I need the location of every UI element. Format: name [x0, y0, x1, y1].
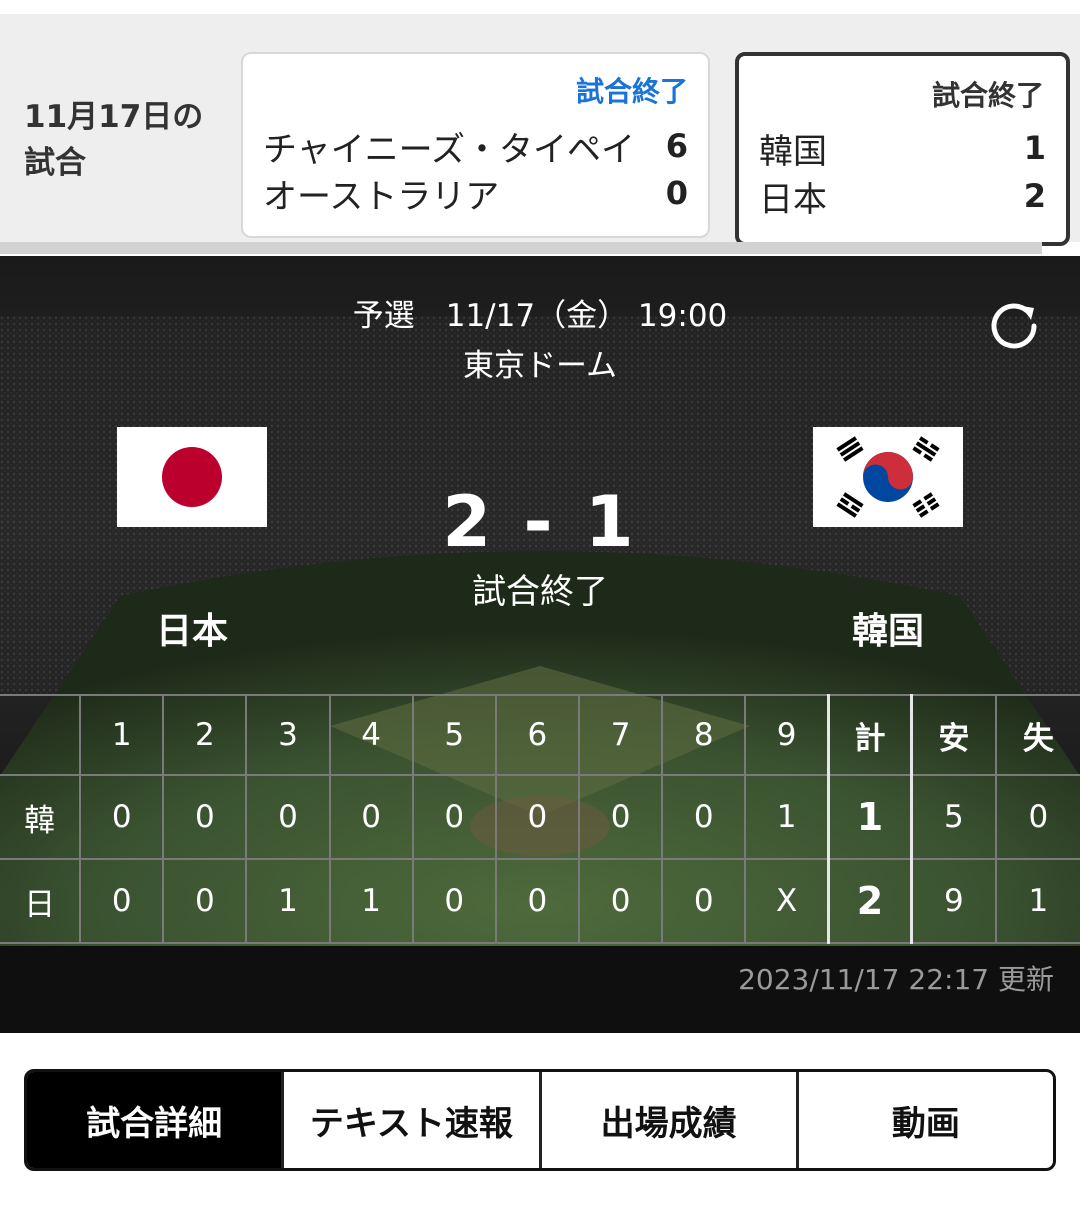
hits: 5 — [910, 774, 997, 860]
team-score: 0 — [665, 174, 688, 212]
row-team: 韓 — [0, 774, 82, 860]
inning-score: 1 — [245, 858, 331, 944]
inning-header: 1 — [79, 694, 165, 776]
inning-header: 8 — [661, 694, 747, 776]
total-runs: 1 — [826, 774, 914, 860]
venue: 東京ドーム — [462, 348, 618, 384]
inning-score: 0 — [577, 858, 664, 944]
total-header: 計 — [826, 694, 914, 776]
inning-score: 0 — [494, 774, 580, 860]
tab-player-stats[interactable]: 出場成績 — [538, 1072, 796, 1168]
inning-score: 1 — [328, 858, 414, 944]
game-card-korea-japan-selected[interactable]: 試合終了 韓国 1 日本 2 — [735, 52, 1070, 246]
tab-text-updates[interactable]: テキスト速報 — [281, 1072, 538, 1168]
team-score: 2 — [1023, 177, 1046, 215]
errors: 1 — [994, 858, 1080, 944]
detail-tabs: 試合詳細 テキスト速報 出場成績 動画 — [24, 1069, 1056, 1171]
errors: 0 — [994, 774, 1080, 860]
team-row: 日本 2 — [759, 172, 1046, 220]
total-runs: 2 — [826, 858, 914, 944]
date-label: 11月17日の試合 — [24, 99, 204, 181]
inning-header: 7 — [577, 694, 664, 776]
row-team: 日 — [0, 858, 82, 944]
game-card-taipei-australia[interactable]: 試合終了 チャイニーズ・タイペイ 6 オーストラリア 0 — [241, 52, 710, 238]
inning-header: 4 — [328, 694, 414, 776]
korea-flag-icon — [813, 427, 963, 527]
inning-score: 0 — [411, 858, 497, 944]
inning-score: 0 — [411, 774, 497, 860]
inning-score: 0 — [79, 858, 165, 944]
inning-score: 0 — [494, 858, 580, 944]
inning-header: 3 — [245, 694, 331, 776]
inning-score: 0 — [661, 774, 747, 860]
team-row: オーストラリア 0 — [263, 169, 688, 217]
inning-score: X — [744, 858, 830, 944]
game-status: 試合終了 — [575, 75, 688, 108]
scoreboard-panel: 予選 11/17（金） 19:00 東京ドーム 2 - 1 試合終了 日本 韓国 — [0, 256, 1080, 1033]
team-score: 1 — [1023, 129, 1046, 167]
japan-flag-icon — [117, 427, 267, 527]
inning-header: 2 — [162, 694, 248, 776]
games-strip: 11月17日の試合 試合終了 チャイニーズ・タイペイ 6 オーストラリア 0 試… — [0, 14, 1080, 246]
inning-score: 0 — [162, 858, 248, 944]
line-score-table: 1 2 3 4 5 6 7 8 9 計 安 失 韓 0 0 0 0 0 0 0 … — [0, 694, 1080, 944]
inning-score: 0 — [79, 774, 165, 860]
away-team-name: 韓国 — [851, 611, 924, 652]
tab-video[interactable]: 動画 — [795, 1072, 1053, 1168]
inning-header: 9 — [744, 694, 830, 776]
final-score: 2 - 1 — [442, 481, 638, 563]
line-score-row-japan: 日 0 0 1 1 0 0 0 0 X 2 9 1 — [0, 858, 1080, 944]
team-score: 6 — [665, 127, 688, 165]
strip-divider — [0, 242, 1042, 254]
team-name: 韓国 — [759, 131, 827, 172]
team-name: 日本 — [759, 179, 827, 220]
inning-score: 0 — [661, 858, 747, 944]
team-row: 韓国 1 — [759, 124, 1046, 172]
inning-score: 0 — [577, 774, 664, 860]
inning-score: 0 — [245, 774, 331, 860]
team-row: チャイニーズ・タイペイ 6 — [263, 122, 688, 170]
match-status: 試合終了 — [472, 572, 608, 612]
inning-score: 1 — [744, 774, 830, 860]
header-cell — [0, 694, 82, 776]
inning-header: 6 — [494, 694, 580, 776]
inning-score: 0 — [328, 774, 414, 860]
hits-header: 安 — [910, 694, 997, 776]
team-name: オーストラリア — [263, 176, 500, 217]
errors-header: 失 — [994, 694, 1080, 776]
inning-header: 5 — [411, 694, 497, 776]
updated-timestamp: 2023/11/17 22:17 更新 — [738, 963, 1054, 996]
game-status: 試合終了 — [931, 79, 1044, 112]
line-score-row-korea: 韓 0 0 0 0 0 0 0 0 1 1 5 0 — [0, 774, 1080, 860]
match-info: 予選 11/17（金） 19:00 — [352, 298, 728, 334]
tab-game-details[interactable]: 試合詳細 — [27, 1072, 282, 1168]
inning-score: 0 — [162, 774, 248, 860]
hits: 9 — [910, 858, 997, 944]
line-score-header: 1 2 3 4 5 6 7 8 9 計 安 失 — [0, 694, 1080, 776]
team-name: チャイニーズ・タイペイ — [263, 129, 635, 170]
refresh-icon[interactable] — [986, 298, 1042, 354]
home-team-name: 日本 — [155, 611, 228, 652]
